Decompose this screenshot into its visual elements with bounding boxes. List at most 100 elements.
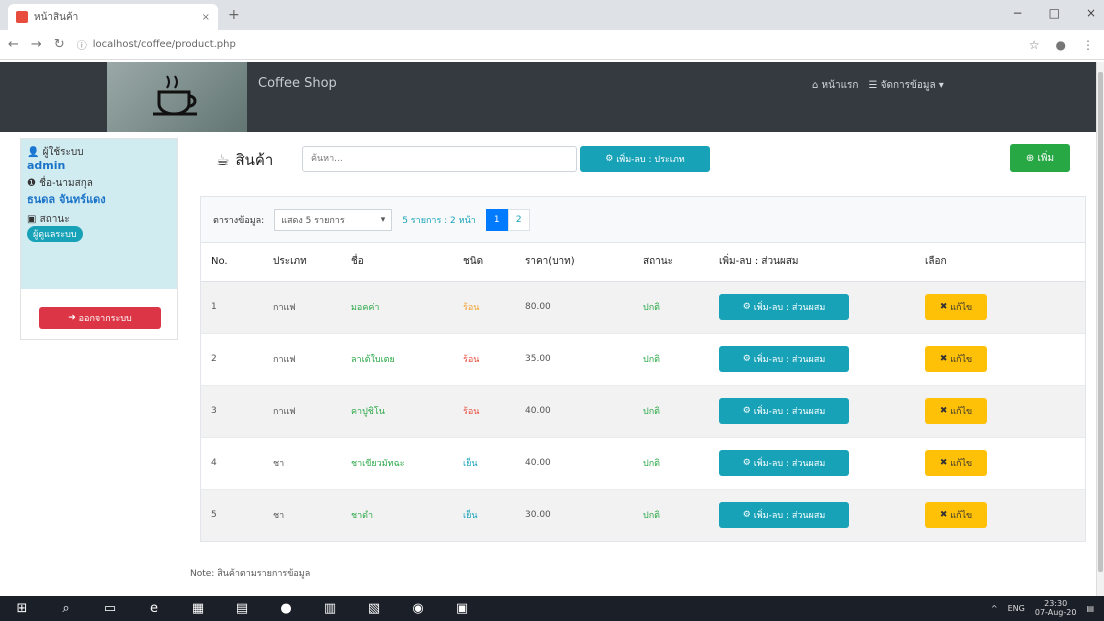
page-1-button[interactable]: 1: [485, 208, 508, 231]
nav-manage-dropdown[interactable]: ☰ จัดการข้อมูล ▾: [868, 78, 943, 93]
windows-taskbar: ⊞ ⌕ ▭ e ▦ ▤ ● ▥ ▧ ◉ ▣ ^ ENG 23:30 07-Aug…: [0, 596, 1104, 621]
new-tab-button[interactable]: +: [228, 7, 240, 23]
ingredients-button[interactable]: ⚙ เพิ่ม-ลบ : ส่วนผสม: [719, 502, 849, 529]
coffee-logo[interactable]: [107, 62, 247, 132]
col-select: เลือก: [915, 243, 1085, 282]
task-view-icon[interactable]: ▭: [88, 596, 132, 621]
brand-title[interactable]: Coffee Shop: [258, 76, 337, 91]
store-icon[interactable]: ▤: [220, 596, 264, 621]
col-ingredients: เพิ่ม-ลบ : ส่วนผสม: [709, 243, 915, 282]
status-badge: ผู้ดูแลระบบ: [27, 226, 83, 242]
manage-type-button[interactable]: ⚙ เพิ่ม-ลบ : ประเภท: [580, 146, 710, 172]
ingredients-button[interactable]: ⚙ เพิ่ม-ลบ : ส่วนผสม: [719, 294, 849, 320]
gear-icon: ⚙: [742, 406, 751, 416]
minimize-button[interactable]: −: [1013, 6, 1023, 20]
page-2-button[interactable]: 2: [507, 208, 530, 231]
user-label: 👤 ผู้ใช้ระบบ: [27, 147, 84, 158]
tab-title: หน้าสินค้า: [34, 11, 79, 23]
site-navbar: Coffee Shop ⌂ หน้าแรก ☰ จัดการข้อมูล ▾: [0, 62, 1096, 132]
address-bar-row: ← → ↻ ⓘ localhost/coffee/product.php ☆ ●…: [0, 30, 1104, 60]
reload-icon[interactable]: ↻: [54, 37, 65, 52]
page-scrollbar[interactable]: [1096, 62, 1104, 596]
edit-button[interactable]: ✖ แก้ไข: [925, 502, 987, 529]
chevron-down-icon: ▾: [380, 214, 386, 225]
page-title: ☕ สินค้า: [216, 151, 274, 169]
col-price: ราคา(บาท): [515, 243, 633, 282]
logout-icon: ➜: [68, 313, 76, 323]
firefox-icon[interactable]: ●: [264, 596, 308, 621]
url-field[interactable]: ⓘ localhost/coffee/product.php: [77, 37, 236, 52]
table-toolbar: ตารางข้อมูล: แสดง 5 รายการ ▾ 5 รายการ : 2…: [201, 197, 1085, 243]
clock-date: 07-Aug-20: [1034, 608, 1077, 617]
clock-time: 23:30: [1044, 599, 1068, 608]
coffee-beans-icon: ☕: [216, 151, 230, 169]
search-icon[interactable]: ⌕: [44, 596, 88, 621]
ingredients-button[interactable]: ⚙ เพิ่ม-ลบ : ส่วนผสม: [719, 398, 849, 424]
col-type: ประเภท: [263, 243, 341, 282]
url-text: localhost/coffee/product.php: [92, 39, 236, 50]
back-icon[interactable]: ←: [8, 37, 19, 52]
home-icon: ⌂: [812, 80, 819, 91]
nav-home[interactable]: ⌂ หน้าแรก: [812, 78, 858, 93]
gear-icon: ⚙: [742, 510, 751, 521]
edit-button[interactable]: ✖ แก้ไข: [925, 346, 987, 372]
tray-up-icon[interactable]: ^: [991, 604, 998, 613]
product-table-box: ตารางข้อมูล: แสดง 5 รายการ ▾ 5 รายการ : 2…: [200, 196, 1086, 542]
wrench-icon: ✖: [939, 302, 948, 312]
window-controls: − □ ×: [1013, 6, 1096, 20]
maximize-button[interactable]: □: [1049, 6, 1060, 20]
notification-icon[interactable]: ▤: [1086, 604, 1094, 613]
close-window-button[interactable]: ×: [1086, 6, 1096, 20]
coffee-cup-icon: [153, 75, 197, 116]
wrench-icon: ✖: [939, 354, 948, 364]
ingredients-button[interactable]: ⚙ เพิ่ม-ลบ : ส่วนผสม: [719, 450, 849, 476]
logout-button[interactable]: ➜ ออกจากระบบ: [39, 307, 161, 329]
menu-icon[interactable]: ⋮: [1082, 38, 1094, 52]
search-input[interactable]: [302, 146, 577, 172]
wrench-icon: ✖: [939, 458, 948, 468]
toolbar-label: ตารางข้อมูล:: [213, 215, 265, 226]
col-name: ชื่อ: [341, 243, 453, 282]
gear-icon: ⚙: [742, 302, 751, 312]
wrench-icon: ✖: [939, 510, 948, 521]
start-icon[interactable]: ⊞: [0, 596, 44, 621]
edge-icon[interactable]: e: [132, 596, 176, 621]
table-row: 3 กาแฟ คาปูชิโน ร้อน 40.00 ปกติ ⚙ เพิ่ม-…: [201, 384, 1085, 437]
forward-icon[interactable]: →: [31, 37, 42, 52]
profile-icon[interactable]: ●: [1056, 38, 1066, 52]
browser-tab[interactable]: หน้าสินค้า ×: [8, 4, 218, 30]
name-value: ธนดล จันทร์แดง: [27, 193, 106, 206]
app2-icon[interactable]: ▣: [440, 596, 484, 621]
col-status: สถานะ: [633, 243, 709, 282]
ingredients-button[interactable]: ⚙ เพิ่ม-ลบ : ส่วนผสม: [719, 346, 849, 372]
info-circle-icon: ❶: [27, 178, 36, 189]
table-row: 1 กาแฟ มอคค่า ร้อน 80.00 ปกติ ⚙ เพิ่ม-ลบ…: [201, 280, 1085, 333]
table-row: 4 ชา ชาเขียวมัทฉะ เย็น 40.00 ปกติ ⚙ เพิ่…: [201, 436, 1085, 489]
gear-icon: ⚙: [742, 458, 751, 468]
list-icon: ☰: [868, 80, 878, 91]
user-value: admin: [27, 159, 66, 172]
table-row: 2 กาแฟ ลาเต้ใบเตย ร้อน 35.00 ปกติ ⚙ เพิ่…: [201, 332, 1085, 385]
lang-indicator[interactable]: ENG: [1008, 604, 1025, 613]
star-icon[interactable]: ☆: [1029, 38, 1040, 52]
app-icon[interactable]: ▥: [308, 596, 352, 621]
gear-icon: ⚙: [605, 154, 614, 164]
excel-icon[interactable]: ▧: [352, 596, 396, 621]
tab-close-icon[interactable]: ×: [202, 12, 210, 23]
building-icon: ▣: [27, 214, 37, 225]
browser-tabbar: หน้าสินค้า × + − □ ×: [0, 0, 1104, 30]
page-info: 5 รายการ : 2 หน้า: [402, 215, 476, 226]
explorer-icon[interactable]: ▦: [176, 596, 220, 621]
wrench-icon: ✖: [939, 406, 948, 416]
chrome-icon[interactable]: ◉: [396, 596, 440, 621]
edit-button[interactable]: ✖ แก้ไข: [925, 294, 987, 320]
product-table: No. ประเภท ชื่อ ชนิด ราคา(บาท) สถานะ เพิ…: [201, 243, 1085, 541]
user-sidebar: 👤 ผู้ใช้ระบบ admin ❶ ชื่อ-นามสกุล ธนดล จ…: [20, 138, 178, 340]
edit-button[interactable]: ✖ แก้ไข: [925, 450, 987, 476]
page-size-select[interactable]: แสดง 5 รายการ ▾: [274, 208, 393, 231]
gear-icon: ⚙: [742, 354, 751, 364]
edit-button[interactable]: ✖ แก้ไข: [925, 398, 987, 424]
info-icon[interactable]: ⓘ: [77, 37, 87, 52]
user-icon: 👤: [27, 147, 40, 158]
add-product-button[interactable]: ⊕ เพิ่ม: [1010, 144, 1070, 172]
